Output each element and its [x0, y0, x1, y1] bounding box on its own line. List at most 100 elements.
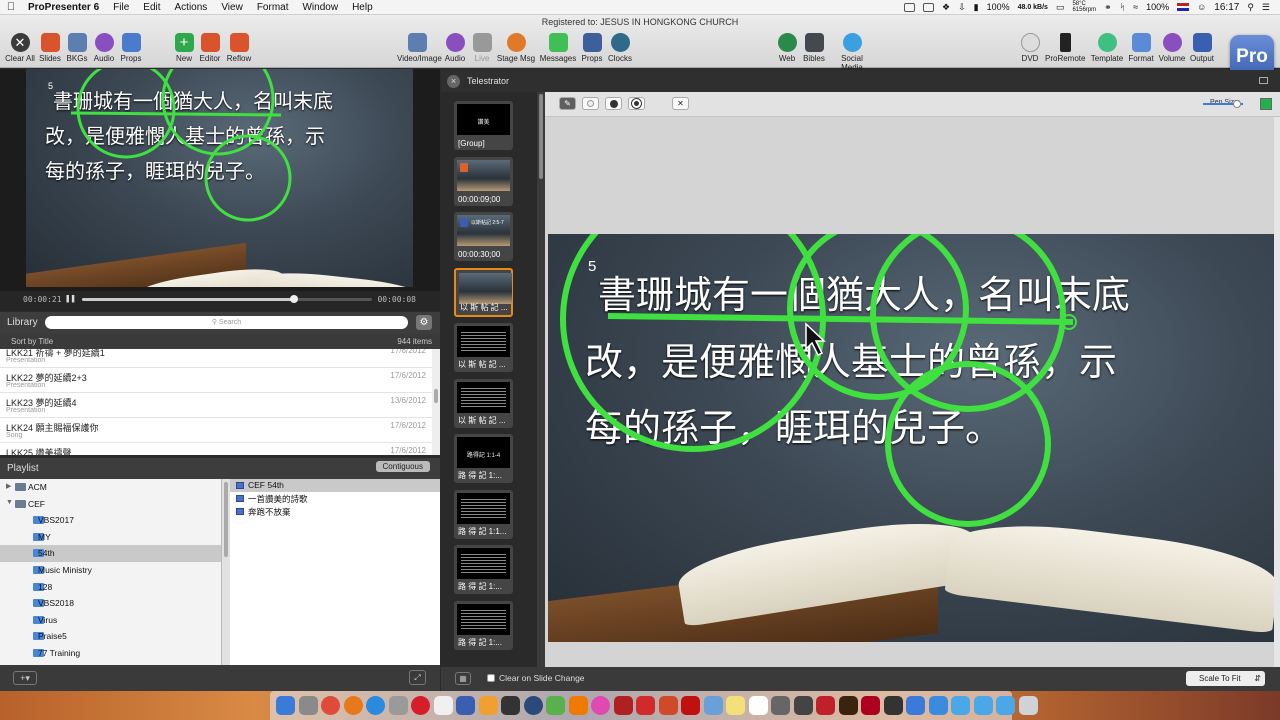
playlist-tree-item-54th[interactable]: 54th: [0, 545, 221, 562]
preview-slide[interactable]: 5 書珊城有一個猶大人，名叫末底 改，是便雅憫人基士的曾孫，示 每的孫子，睚珥的…: [26, 69, 413, 287]
dock-scanner-icon[interactable]: [771, 696, 790, 715]
close-icon[interactable]: ×: [447, 75, 460, 88]
playlist-item[interactable]: CEF 54th: [230, 479, 440, 492]
disclosure-closed-icon[interactable]: ▶: [6, 482, 11, 490]
add-playlist-button[interactable]: +▾: [13, 671, 37, 685]
pen-size-knob[interactable]: [1233, 100, 1241, 108]
user-icon[interactable]: ☺: [1197, 2, 1206, 12]
dock-trash-icon[interactable]: [1018, 696, 1038, 715]
input-source-flag-icon[interactable]: [1177, 3, 1190, 11]
library-item[interactable]: LKK21 祈禱 + 夢的延續1 Presentation 17/6/2012: [0, 349, 432, 368]
dock-chrome-icon[interactable]: [321, 696, 340, 715]
menu-view[interactable]: View: [214, 2, 250, 13]
slide-thumbnail[interactable]: 讚美 [Group]: [454, 101, 513, 150]
clear-on-slide-change-checkbox[interactable]: [487, 674, 495, 682]
mail-status-icon[interactable]: [922, 2, 934, 12]
props-button[interactable]: Props: [111, 33, 151, 63]
slide-thumbnail[interactable]: 路 得 記 1:...: [454, 545, 513, 594]
telestrator-slide[interactable]: 5 書珊城有一個猶大人，名叫末底 改，是便雅憫人基士的曾孫，示 每的孫子，睚珥的…: [548, 234, 1274, 642]
library-item[interactable]: LKK25 讚美禱聲 17/6/2012: [0, 443, 432, 455]
grid-view-icon[interactable]: ▦: [455, 672, 471, 685]
slide-thumbnail[interactable]: 以 斯 帖 記 ...: [454, 323, 513, 372]
pen-color-swatch[interactable]: [1260, 98, 1272, 110]
dock-flash-icon[interactable]: [816, 696, 835, 715]
dock-safari-icon[interactable]: [366, 696, 385, 715]
battery-status-icon[interactable]: ▮: [974, 2, 979, 13]
playlist-tree-item-vbs2017[interactable]: VBS2017: [0, 512, 221, 529]
dropbox-icon[interactable]: ❖: [942, 2, 950, 13]
notification-center-icon[interactable]: ☰: [1262, 2, 1270, 13]
slide-thumbnail[interactable]: 以 斯 帖 記 ...: [454, 267, 513, 317]
dock-pdf-expert-icon[interactable]: [636, 696, 655, 715]
dock-downloads-icon[interactable]: [951, 696, 970, 715]
dock-launchpad-icon[interactable]: [298, 696, 318, 715]
dock-pages-icon[interactable]: [478, 696, 498, 715]
playlist-item[interactable]: 奔跑不放棄: [230, 505, 440, 518]
playlist-tree-item-praise5[interactable]: Praise5: [0, 628, 221, 645]
output-button[interactable]: Output: [1182, 33, 1222, 63]
headphones-icon[interactable]: ⚭: [1104, 2, 1112, 13]
screen-icon[interactable]: [903, 2, 915, 12]
playlist-tree-item-my[interactable]: MY: [0, 529, 221, 546]
dock-folder-icon[interactable]: [996, 696, 1015, 715]
playlist-tree-item-virus[interactable]: Virus: [0, 612, 221, 629]
clock[interactable]: 16:17: [1214, 2, 1239, 13]
menu-format[interactable]: Format: [250, 2, 296, 13]
app-menu[interactable]: ProPresenter 6: [22, 2, 106, 13]
menu-window[interactable]: Window: [295, 2, 345, 13]
dock-mail-icon[interactable]: [388, 696, 408, 715]
library-item[interactable]: LKK24 願主賜福保護你 Song 17/6/2012: [0, 418, 432, 443]
library-item[interactable]: LKK23 夢的延續4 Presentation 13/6/2012: [0, 393, 432, 418]
dock-propresenter-icon[interactable]: [456, 696, 475, 715]
reflow-button[interactable]: Reflow: [219, 33, 259, 63]
dock-illustrator-icon[interactable]: [838, 696, 858, 715]
stage-msg-button[interactable]: Stage Msg: [496, 33, 536, 63]
slide-thumbnail[interactable]: 以 斯 帖 記 ...: [454, 378, 513, 428]
dock-quicktime-icon[interactable]: [523, 696, 543, 715]
playback-scrubber[interactable]: [82, 295, 372, 303]
dock-flash-player-icon[interactable]: [861, 696, 880, 715]
spotlight-icon[interactable]: ⚲: [1247, 2, 1254, 13]
dock-notes-icon[interactable]: [726, 696, 745, 715]
slide-thumbnail[interactable]: 路 得 記 1:1...: [454, 489, 513, 539]
sort-by-title[interactable]: Sort by Title: [11, 337, 53, 346]
dock-keynote-icon[interactable]: [501, 696, 520, 715]
library-gear-icon[interactable]: ⚙: [416, 315, 432, 330]
bibles-button[interactable]: Bibles: [794, 33, 834, 63]
apple-menu-icon[interactable]: : [0, 1, 22, 13]
dock-vlc-icon[interactable]: [568, 696, 588, 715]
playlist-tree-item-acm[interactable]: ▶ ACM: [0, 479, 221, 496]
playlist-item[interactable]: 一首讚美的詩歌: [230, 492, 440, 505]
canvas-scrollbar[interactable]: [1274, 117, 1280, 667]
dock-finder-icon[interactable]: [276, 696, 295, 715]
dvd-button[interactable]: DVD: [1010, 33, 1050, 63]
clocks-button[interactable]: Clocks: [600, 33, 640, 63]
pause-icon[interactable]: ❚❚: [65, 294, 76, 304]
pen-tool-icon[interactable]: ✎: [559, 97, 576, 110]
video-image-button[interactable]: Video/Image: [397, 33, 442, 63]
dock-audio-midi-icon[interactable]: [793, 696, 813, 715]
dock-maps-icon[interactable]: [546, 696, 565, 715]
slide-thumbnail[interactable]: 以斯帖記 2:5-7 00:00:30;00: [454, 212, 513, 261]
brush-medium-icon[interactable]: [605, 97, 622, 110]
playlist-tree-scrollbar[interactable]: [222, 479, 230, 665]
bluetooth-icon[interactable]: ᛋ: [1120, 2, 1125, 12]
dock-filezilla-icon[interactable]: [613, 696, 633, 715]
disclosure-open-icon[interactable]: ▼: [6, 499, 13, 506]
playlist-tree-item-77-training[interactable]: 77 Training: [0, 645, 221, 662]
brush-large-icon[interactable]: [628, 97, 645, 110]
dock-acrobat-icon[interactable]: [681, 696, 700, 715]
playlist-tree-item-128[interactable]: 128: [0, 579, 221, 596]
dock-photos-icon[interactable]: [433, 696, 453, 715]
library-search-input[interactable]: ⚲ Search: [45, 316, 408, 329]
library-scrollbar[interactable]: [432, 349, 440, 455]
slide-thumbnail[interactable]: 路 得 記 1:...: [454, 600, 513, 650]
menu-edit[interactable]: Edit: [136, 2, 167, 13]
dock-screen-sharing-icon[interactable]: [906, 696, 925, 715]
dock-final-cut-icon[interactable]: [883, 696, 903, 715]
dock-opera-icon[interactable]: [411, 696, 430, 715]
social-media-button[interactable]: Social Media: [832, 33, 872, 72]
menu-actions[interactable]: Actions: [168, 2, 215, 13]
clear-on-slide-change-label[interactable]: Clear on Slide Change: [499, 673, 585, 683]
slide-thumbnail[interactable]: 00:00:09;00: [454, 156, 513, 206]
